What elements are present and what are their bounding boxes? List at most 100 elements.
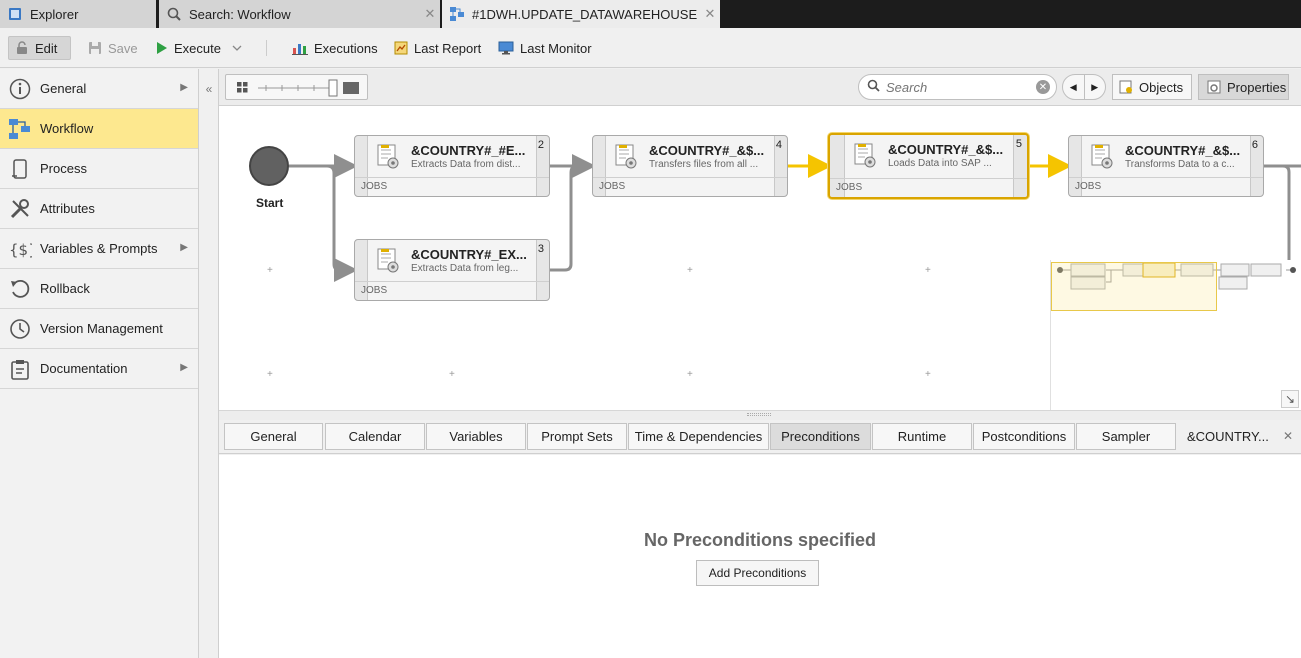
sidebar-item-attributes[interactable]: Attributes	[0, 189, 198, 229]
explorer-icon	[8, 7, 22, 21]
minimap-viewport[interactable]	[1051, 262, 1217, 311]
tab-label: Variables	[449, 429, 503, 444]
tab-search-workflow[interactable]: Search: Workflow ✕	[159, 0, 440, 28]
grid-view-icon[interactable]	[237, 82, 248, 93]
tab-general[interactable]: General	[224, 423, 323, 450]
sidebar-item-label: Process	[40, 161, 87, 176]
job-icon	[376, 144, 400, 170]
objects-icon	[1119, 80, 1133, 94]
panel-splitter[interactable]	[219, 410, 1301, 420]
search-box[interactable]: ✕	[858, 74, 1057, 100]
executions-button[interactable]: Executions	[286, 36, 384, 60]
save-button[interactable]: Save	[82, 36, 144, 60]
sidebar-item-rollback[interactable]: Rollback	[0, 269, 198, 309]
save-icon	[88, 41, 102, 55]
lock-icon	[15, 41, 29, 55]
sidebar-item-label: General	[40, 81, 87, 96]
tab-label: Sampler	[1101, 429, 1151, 444]
properties-button[interactable]: Properties	[1198, 74, 1289, 100]
grid-marker: +	[449, 369, 455, 380]
tab-preconditions[interactable]: Preconditions	[770, 423, 871, 450]
workflow-node-selected[interactable]: &COUNTRY#_&$... Loads Data into SAP ... …	[828, 133, 1029, 199]
node-type: JOBS	[830, 178, 1027, 197]
sidebar: General ▶ Workflow Process Attributes {$…	[0, 69, 199, 658]
tab-postconditions[interactable]: Postconditions	[973, 423, 1075, 450]
fit-view-icon[interactable]	[343, 82, 359, 94]
tab-label: Postconditions	[981, 429, 1067, 444]
edit-button[interactable]: Edit	[8, 36, 71, 60]
tab-label: Runtime	[897, 429, 947, 444]
edit-label: Edit	[35, 40, 58, 56]
process-icon	[8, 157, 32, 181]
previous-result-button[interactable]: ◀	[1063, 75, 1085, 99]
node-description: Transforms Data to a c...	[1125, 159, 1235, 170]
grid-marker: +	[267, 265, 273, 276]
zoom-control[interactable]	[225, 74, 368, 100]
workflow-canvas[interactable]: + + + + + + + Start &COUNTRY#_#E... Extr…	[219, 106, 1301, 410]
execute-button[interactable]: Execute	[148, 36, 227, 60]
tab-calendar[interactable]: Calendar	[325, 423, 425, 450]
job-icon	[376, 248, 400, 274]
minimap[interactable]: ↘	[1050, 260, 1301, 410]
tab-sampler[interactable]: Sampler	[1076, 423, 1176, 450]
sidebar-item-label: Workflow	[40, 121, 94, 136]
sidebar-item-workflow[interactable]: Workflow	[0, 109, 198, 149]
job-icon	[853, 143, 877, 169]
workflow-node[interactable]: &COUNTRY#_&$... Transforms Data to a c..…	[1068, 135, 1264, 197]
monitor-icon	[498, 41, 514, 55]
expand-minimap-icon[interactable]: ↘	[1281, 390, 1299, 408]
workflow-icon	[450, 7, 464, 21]
node-number: 2	[537, 139, 544, 151]
close-icon[interactable]: ✕	[1283, 429, 1293, 443]
sidebar-item-general[interactable]: General ▶	[0, 69, 198, 109]
last-monitor-button[interactable]: Last Monitor	[492, 36, 598, 60]
workflow-node[interactable]: &COUNTRY#_&$... Transfers files from all…	[592, 135, 788, 197]
tab-variables[interactable]: Variables	[426, 423, 526, 450]
sidebar-item-version-management[interactable]: Version Management	[0, 309, 198, 349]
chevron-right-icon: ▶	[180, 362, 188, 373]
clear-search-icon[interactable]: ✕	[1036, 80, 1050, 94]
clipboard-icon	[8, 357, 32, 381]
chevron-down-icon	[232, 41, 242, 56]
canvas-toolbar: ✕ ◀ ▶ Objects Properties	[219, 69, 1301, 106]
properties-tabs: General Calendar Variables Prompt Sets T…	[219, 420, 1301, 454]
sidebar-item-process[interactable]: Process	[0, 149, 198, 189]
sidebar-item-documentation[interactable]: Documentation ▶	[0, 349, 198, 389]
collapse-sidebar-button[interactable]: «	[200, 69, 218, 109]
objects-button[interactable]: Objects	[1112, 74, 1192, 100]
node-type: JOBS	[1069, 177, 1263, 196]
node-type: JOBS	[355, 177, 549, 196]
grid-marker: +	[267, 369, 273, 380]
tab-label: &COUNTRY...	[1187, 429, 1269, 444]
tab-explorer[interactable]: Explorer	[0, 0, 156, 28]
zoom-slider[interactable]	[258, 79, 338, 97]
execute-dropdown[interactable]	[226, 36, 248, 60]
tools-icon	[8, 197, 32, 221]
sidebar-item-variables-prompts[interactable]: {$} Variables & Prompts ▶	[0, 229, 198, 269]
last-report-button[interactable]: Last Report	[388, 36, 487, 60]
node-number: 3	[537, 243, 544, 255]
add-preconditions-button[interactable]: Add Preconditions	[696, 560, 819, 586]
double-chevron-left-icon: «	[205, 82, 213, 96]
node-title: &COUNTRY#_&$...	[888, 142, 1004, 157]
sidebar-item-label: Rollback	[40, 281, 90, 296]
search-icon	[867, 79, 880, 95]
close-icon[interactable]: ✕	[700, 6, 720, 22]
tab-runtime[interactable]: Runtime	[872, 423, 972, 450]
next-result-button[interactable]: ▶	[1085, 75, 1106, 99]
job-icon	[614, 144, 638, 170]
workflow-node[interactable]: &COUNTRY#_EX... Extracts Data from leg..…	[354, 239, 550, 301]
node-number: 6	[1251, 139, 1258, 151]
execute-label: Execute	[174, 40, 221, 56]
save-label: Save	[108, 40, 138, 56]
tab-time-dependencies[interactable]: Time & Dependencies	[628, 423, 769, 450]
node-title: &COUNTRY#_&$...	[1125, 143, 1241, 158]
workflow-node[interactable]: &COUNTRY#_#E... Extracts Data from dist.…	[354, 135, 550, 197]
search-input[interactable]	[886, 79, 1036, 95]
tab-object-overflow[interactable]: &COUNTRY... ✕	[1181, 423, 1297, 450]
start-node[interactable]	[249, 146, 289, 186]
tab-workflow-object[interactable]: #1DWH.UPDATE_DATAWAREHOUSE ✕	[442, 0, 720, 28]
tab-prompt-sets[interactable]: Prompt Sets	[527, 423, 627, 450]
close-icon[interactable]: ✕	[420, 6, 440, 22]
search-navigation: ◀ ▶	[1062, 74, 1106, 100]
